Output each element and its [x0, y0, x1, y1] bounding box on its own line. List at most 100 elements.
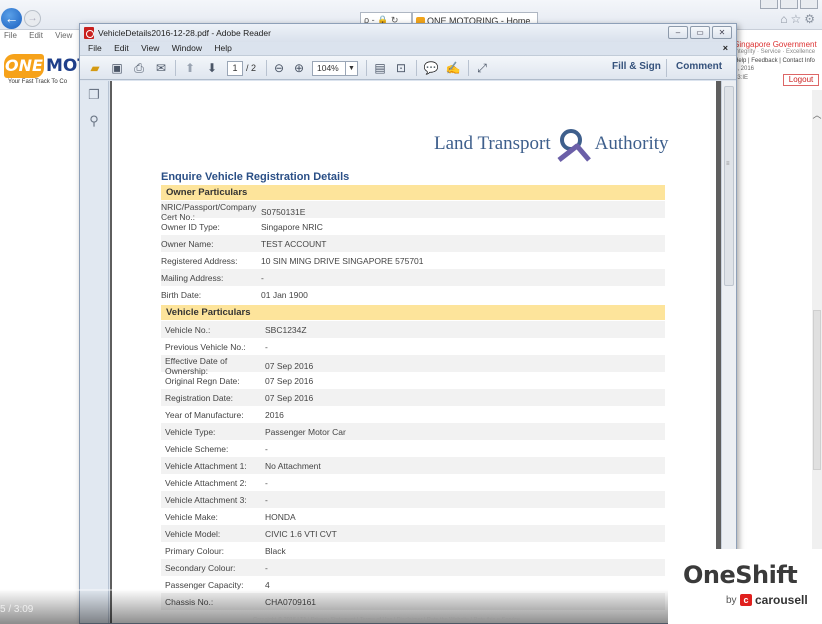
star-icon[interactable]: ☆ [790, 12, 804, 26]
gov-title: Singapore Government [734, 40, 817, 49]
row-label: Mailing Address: [161, 273, 224, 283]
toolbar-separator [468, 60, 469, 76]
reader-maximize-button[interactable]: ▭ [690, 26, 710, 39]
zoom-in-icon[interactable]: ⊕ [290, 59, 308, 77]
full-screen-icon[interactable]: ⤢ [473, 59, 491, 77]
page-scroll-thumb[interactable] [813, 310, 821, 470]
table-row: Vehicle No.: SBC1234Z [161, 321, 665, 338]
fill-sign-button[interactable]: Fill & Sign [612, 61, 661, 72]
browser-toolbar-icons: ⌂☆⚙ [780, 12, 818, 26]
table-row: Vehicle Attachment 2: - [161, 474, 665, 491]
row-value: Passenger Motor Car [265, 427, 346, 437]
arrow-right-icon: → [27, 13, 38, 24]
page-number-input[interactable]: 1 [227, 61, 243, 76]
email-icon[interactable]: ✉ [152, 59, 170, 77]
minimize-button[interactable] [760, 0, 778, 9]
chevron-down-icon[interactable]: ▼ [345, 62, 357, 75]
print-icon[interactable]: ⎙ [130, 59, 148, 77]
document-heading: Enquire Vehicle Registration Details [161, 171, 350, 183]
document-viewport[interactable]: Land Transport Authority Enquire Vehicle… [110, 81, 721, 623]
row-label: Birth Date: [161, 290, 202, 300]
fit-page-icon[interactable]: ▤ [371, 59, 389, 77]
reader-minimize-button[interactable]: – [668, 26, 688, 39]
table-row: Secondary Colour: - [161, 559, 665, 576]
table-row: Registration Date: 07 Sep 2016 [161, 389, 665, 406]
site-footer-links[interactable]: Copyright © 2016 LTA | Privacy Statement… [253, 617, 520, 623]
row-label: Registered Address: [161, 256, 238, 266]
toolbar-separator [666, 59, 667, 77]
sticky-note-icon[interactable]: 💬 [422, 59, 440, 77]
row-label: Previous Vehicle No.: [165, 342, 246, 352]
reader-close-button[interactable]: ✕ [712, 26, 732, 39]
table-row: Birth Date: 01 Jan 1900 [161, 286, 665, 303]
row-value: 07 Sep 2016 [265, 393, 314, 403]
table-row: Effective Date of Ownership: 07 Sep 2016 [161, 355, 665, 376]
logout-button[interactable]: Logout [783, 74, 819, 86]
reader-menu-help[interactable]: Help [214, 43, 231, 53]
forward-button[interactable]: → [24, 10, 41, 27]
document-scroll-thumb[interactable] [724, 86, 734, 286]
gov-subtitle: Integrity · Service · Excellence [734, 49, 816, 55]
comment-button[interactable]: Comment [676, 61, 722, 72]
row-value: 07 Sep 2016 [265, 376, 314, 386]
page-total: / 2 [246, 63, 257, 73]
lta-logo-left: Land Transport [434, 133, 551, 154]
row-value: 10 SIN MING DRIVE SINGAPORE 575701 [261, 256, 424, 266]
reader-menu-view[interactable]: View [141, 43, 159, 53]
maximize-button[interactable] [780, 0, 798, 9]
table-row: Owner ID Type: Singapore NRIC [161, 218, 665, 235]
row-value: TEST ACCOUNT [261, 239, 327, 249]
table-row: Year of Manufacture: 2016 [161, 406, 665, 423]
sign-pen-icon[interactable]: ✍ [444, 59, 462, 77]
row-value: 2016 [265, 410, 284, 420]
row-value: Singapore NRIC [261, 222, 323, 232]
page-thumbnails-icon[interactable]: ❐ [87, 87, 101, 103]
scroll-up-icon[interactable]: ︿ [812, 108, 822, 121]
table-row: Mailing Address: - [161, 269, 665, 286]
fit-width-icon[interactable]: ⊡ [392, 59, 410, 77]
reader-toolbar: ▰ ▣ ⎙ ✉ ⬆ ⬇ 1 / 2 ⊖ ⊕ 104% ▼ ▤ ⊡ 💬 ✍ ⤢ F… [80, 55, 736, 80]
row-label: Owner ID Type: [161, 222, 220, 232]
pdf-page: Land Transport Authority Enquire Vehicle… [112, 81, 716, 623]
zoom-out-icon[interactable]: ⊖ [270, 59, 288, 77]
table-row: Original Regn Date: 07 Sep 2016 [161, 372, 665, 389]
lta-logo: Land Transport Authority [434, 123, 669, 165]
menu-view[interactable]: View [55, 31, 72, 40]
gear-icon[interactable]: ⚙ [804, 12, 818, 26]
row-label: Vehicle Make: [165, 512, 218, 522]
grip-icon: ≡ [726, 161, 730, 167]
vehicle-section-bar: Vehicle Particulars [161, 305, 665, 320]
next-page-icon[interactable]: ⬇ [203, 59, 221, 77]
row-value: - [265, 563, 268, 573]
row-label: Vehicle Attachment 1: [165, 461, 247, 471]
browser-menubar: File Edit View [0, 30, 90, 42]
home-icon[interactable]: ⌂ [780, 12, 790, 26]
oneshift-brand: OneShift [683, 561, 798, 589]
reader-title: VehicleDetails2016-12-28.pdf - Adobe Rea… [98, 28, 271, 38]
reader-menu-edit[interactable]: Edit [114, 43, 129, 53]
back-button[interactable]: ← [1, 8, 22, 29]
table-row: NRIC/Passport/Company Cert No.: S0750131E [161, 201, 665, 222]
previous-page-icon[interactable]: ⬆ [181, 59, 199, 77]
reader-menu-file[interactable]: File [88, 43, 102, 53]
onemotoring-logo[interactable]: ONE MOTO Your Fast Track To Co [4, 50, 103, 88]
attachments-icon[interactable]: ⚲ [87, 113, 101, 129]
toolbar-separator [266, 60, 267, 76]
toolbar-separator [416, 60, 417, 76]
video-progress-bar[interactable] [0, 589, 668, 591]
row-value: HONDA [265, 512, 296, 522]
reader-menu-window[interactable]: Window [172, 43, 202, 53]
row-value: - [265, 478, 268, 488]
zoom-select[interactable]: 104% ▼ [312, 61, 358, 76]
menu-file[interactable]: File [4, 31, 17, 40]
document-close-icon[interactable]: × [723, 42, 728, 55]
document-scrollbar[interactable]: ≡ [721, 81, 736, 623]
gov-links[interactable]: Help | Feedback | Contact Info [734, 58, 822, 64]
lta-logo-right: Authority [594, 133, 669, 154]
open-folder-icon[interactable]: ▰ [86, 59, 104, 77]
table-row: Vehicle Scheme: - [161, 440, 665, 457]
save-icon[interactable]: ▣ [108, 59, 126, 77]
close-button[interactable] [800, 0, 818, 9]
row-value: No Attachment [265, 461, 321, 471]
menu-edit[interactable]: Edit [29, 31, 43, 40]
